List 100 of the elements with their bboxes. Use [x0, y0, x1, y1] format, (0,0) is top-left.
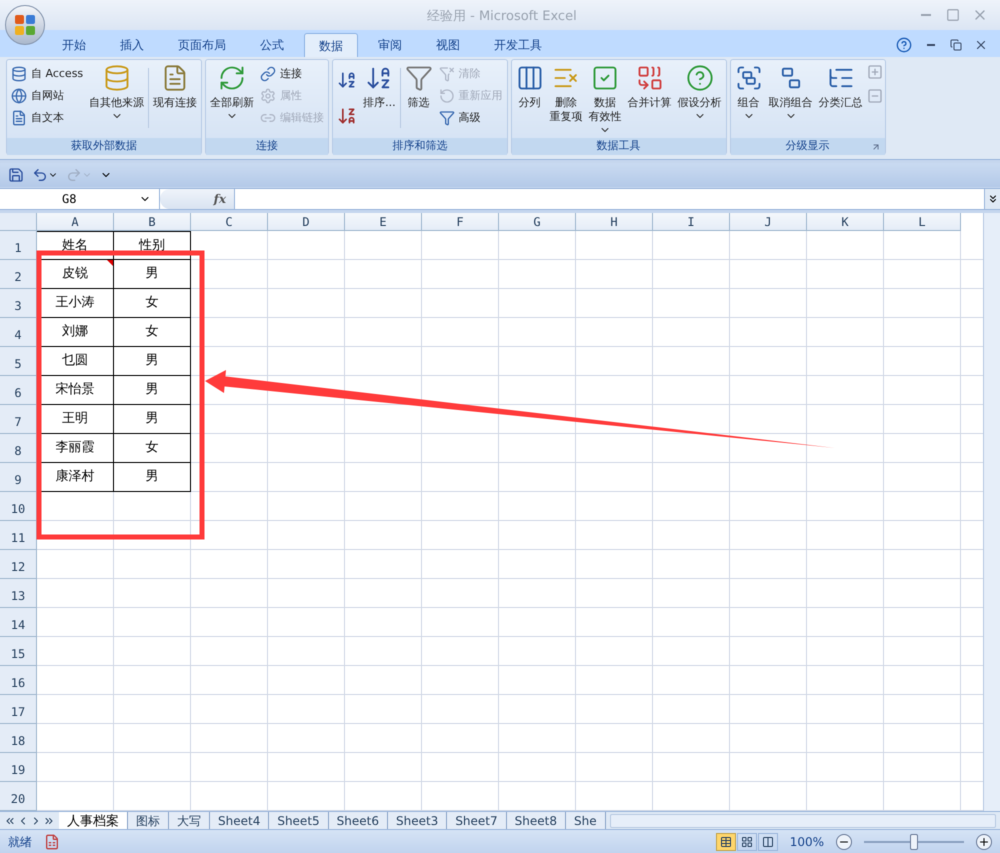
- ribbon-button[interactable]: 假设分析: [676, 60, 724, 138]
- row-header[interactable]: 5: [0, 347, 37, 376]
- sheet-tab[interactable]: Sheet4: [210, 812, 270, 829]
- zoom-in-button[interactable]: [976, 834, 992, 850]
- ribbon-tab[interactable]: 公式: [246, 33, 298, 57]
- row-header[interactable]: 3: [0, 289, 37, 318]
- column-header[interactable]: F: [422, 213, 499, 231]
- ribbon-tab[interactable]: 开发工具: [480, 33, 556, 57]
- ribbon-button[interactable]: 自其他来源: [87, 60, 146, 138]
- launcher-icon: [870, 142, 881, 152]
- row-header[interactable]: 20: [0, 782, 37, 811]
- column-header[interactable]: D: [268, 213, 345, 231]
- page-break-view-button[interactable]: [758, 832, 778, 850]
- ribbon-button[interactable]: 删除 重复项: [548, 60, 585, 138]
- column-header[interactable]: I: [653, 213, 730, 231]
- row-header[interactable]: 18: [0, 724, 37, 753]
- ribbon-tab[interactable]: 插入: [106, 33, 158, 57]
- ribbon-tab[interactable]: 开始: [48, 33, 100, 57]
- sheet-tab[interactable]: 人事档案: [59, 812, 128, 829]
- column-header[interactable]: E: [345, 213, 422, 231]
- column-header[interactable]: B: [114, 213, 191, 231]
- sheet-tab[interactable]: Sheet3: [388, 812, 448, 829]
- help-button[interactable]: [896, 37, 912, 53]
- row-header[interactable]: 4: [0, 318, 37, 347]
- row-header[interactable]: 1: [0, 231, 37, 260]
- sheet-tab[interactable]: She: [566, 812, 606, 829]
- ribbon-button[interactable]: 取消组合: [766, 60, 815, 138]
- column-header[interactable]: C: [191, 213, 268, 231]
- row-header[interactable]: 15: [0, 637, 37, 666]
- normal-view-button[interactable]: [716, 832, 736, 850]
- name-box[interactable]: G8: [0, 189, 160, 209]
- row-header[interactable]: 2: [0, 260, 37, 289]
- column-header[interactable]: L: [884, 213, 961, 231]
- page-layout-view-button[interactable]: [736, 832, 757, 850]
- zoom-slider[interactable]: [864, 834, 964, 850]
- restore-icon: [950, 39, 962, 51]
- row-header[interactable]: 9: [0, 463, 37, 492]
- ribbon-small-button[interactable]: 连接: [258, 64, 326, 84]
- link-icon: [260, 66, 276, 82]
- slider-thumb[interactable]: [910, 834, 918, 850]
- zoom-out-button[interactable]: [836, 834, 852, 850]
- row-header[interactable]: 7: [0, 405, 37, 434]
- funnel-icon: [438, 110, 455, 126]
- checkbox-icon: [591, 64, 620, 92]
- ribbon-small-button[interactable]: 自文本: [9, 108, 86, 128]
- row-header[interactable]: 12: [0, 550, 37, 579]
- row-header[interactable]: 14: [0, 608, 37, 637]
- funnel-icon: [438, 66, 455, 82]
- restore-button[interactable]: [950, 39, 962, 51]
- ribbon-small-button[interactable]: 自 Access: [9, 64, 86, 84]
- ribbon-tab[interactable]: 页面布局: [164, 33, 240, 57]
- ribbon-button[interactable]: 分类汇总: [816, 60, 865, 138]
- ribbon-tab[interactable]: 数据: [304, 33, 358, 57]
- dialog-launcher-button[interactable]: [870, 142, 881, 152]
- ribbon-tab[interactable]: 审阅: [364, 33, 416, 57]
- ribbon-small-button[interactable]: 高级: [436, 108, 505, 128]
- insert-function-button[interactable]: fx: [214, 190, 226, 208]
- row-header[interactable]: 16: [0, 666, 37, 695]
- ribbon-button[interactable]: 筛选: [402, 60, 435, 138]
- spreadsheet-icon: [44, 834, 60, 850]
- row-header[interactable]: 19: [0, 753, 37, 782]
- sheet-tab[interactable]: Sheet8: [506, 812, 566, 829]
- row-header[interactable]: 8: [0, 434, 37, 463]
- table-cell: 女: [114, 318, 191, 347]
- row-header[interactable]: 10: [0, 492, 37, 521]
- column-header[interactable]: J: [730, 213, 807, 231]
- view-icon: [740, 836, 753, 848]
- ribbon-button[interactable]: 组合: [732, 60, 765, 138]
- row-header[interactable]: 13: [0, 579, 37, 608]
- sheet-tab[interactable]: Sheet6: [328, 812, 388, 829]
- table-cell: 王小涛: [37, 289, 114, 318]
- refresh-icon: [438, 88, 455, 104]
- ribbon-small-button[interactable]: 自网站: [9, 86, 86, 106]
- column-header[interactable]: K: [807, 213, 884, 231]
- horizontal-scrollbar[interactable]: [610, 814, 996, 828]
- row-header[interactable]: 6: [0, 376, 37, 405]
- ribbon-button[interactable]: 分列: [514, 60, 546, 138]
- ribbon-button[interactable]: 数据 有效性: [586, 60, 624, 138]
- ribbon-button[interactable]: 合并计算: [626, 60, 674, 138]
- save-icon: [8, 167, 24, 183]
- zoom-level: 100%: [790, 834, 824, 850]
- expand-button[interactable]: [984, 189, 1000, 209]
- sheet-tab[interactable]: Sheet5: [269, 812, 329, 829]
- table-cell: 男: [114, 347, 191, 376]
- ribbon-button[interactable]: 全部刷新: [208, 60, 256, 138]
- save-button[interactable]: [8, 167, 24, 183]
- column-header[interactable]: A: [37, 213, 114, 231]
- ribbon-button[interactable]: 现有连接: [151, 60, 200, 138]
- column-header[interactable]: G: [499, 213, 576, 231]
- vertical-scrollbar[interactable]: [983, 213, 1000, 811]
- close-button[interactable]: [974, 38, 988, 52]
- column-header[interactable]: H: [576, 213, 653, 231]
- sheet-tab[interactable]: Sheet7: [447, 812, 507, 829]
- ribbon-button[interactable]: 排序...: [361, 60, 398, 138]
- row-header[interactable]: 11: [0, 521, 37, 550]
- sheet-tab[interactable]: 图标: [128, 812, 169, 829]
- sheet-tab[interactable]: 大写: [169, 812, 210, 829]
- ribbon-tab[interactable]: 视图: [422, 33, 474, 57]
- undo-button[interactable]: [32, 167, 58, 183]
- row-header[interactable]: 17: [0, 695, 37, 724]
